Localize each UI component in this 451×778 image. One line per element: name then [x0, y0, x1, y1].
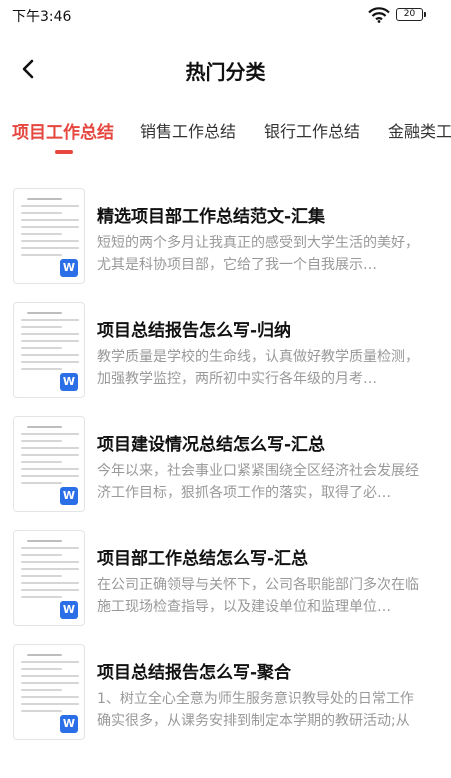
- word-doc-icon: W: [60, 715, 78, 733]
- wifi-icon: [368, 7, 390, 23]
- category-tabs: 项目工作总结 销售工作总结 银行工作总结 金融类工: [0, 118, 451, 164]
- status-time: 下午3:46: [12, 9, 72, 25]
- tab-sales-summary[interactable]: 销售工作总结: [140, 118, 236, 142]
- document-thumbnail: W: [13, 644, 85, 740]
- item-title: 项目总结报告怎么写-归纳: [97, 321, 292, 341]
- item-description: 教学质量是学校的生命线，认真做好教学质量检测，加强教学监控，两所初中实行各年级的…: [97, 349, 419, 387]
- list-item[interactable]: W 项目建设情况总结怎么写-汇总 今年以来，社会事业口紧紧围绕全区经济社会发展经…: [0, 416, 451, 521]
- tab-finance-summary[interactable]: 金融类工: [388, 118, 451, 142]
- word-doc-icon: W: [60, 487, 78, 505]
- item-title: 精选项目部工作总结范文-汇集: [97, 207, 326, 227]
- battery-icon: 20: [396, 8, 426, 21]
- list-item[interactable]: W 项目总结报告怎么写-归纳 教学质量是学校的生命线，认真做好教学质量检测，加强…: [0, 302, 451, 407]
- list-item[interactable]: W 项目部工作总结怎么写-汇总 在公司正确领导与关怀下，公司各职能部门多次在临施…: [0, 530, 451, 635]
- tab-project-summary[interactable]: 项目工作总结: [12, 118, 114, 143]
- list-item[interactable]: W 项目总结报告怎么写-聚合 1、树立全心全意为师生服务意识教导处的日常工作确实…: [0, 644, 451, 749]
- document-thumbnail: W: [13, 188, 85, 284]
- word-doc-icon: W: [60, 601, 78, 619]
- tab-bank-summary[interactable]: 银行工作总结: [264, 118, 360, 142]
- item-description: 今年以来，社会事业口紧紧围绕全区经济社会发展经济工作目标，狠抓各项工作的落实，取…: [97, 463, 419, 501]
- page-title: 热门分类: [185, 60, 266, 84]
- document-thumbnail: W: [13, 530, 85, 626]
- document-thumbnail: W: [13, 416, 85, 512]
- document-thumbnail: W: [13, 302, 85, 398]
- item-title: 项目总结报告怎么写-聚合: [97, 663, 292, 683]
- item-description: 1、树立全心全意为师生服务意识教导处的日常工作确实很多，从课务安排到制定本学期的…: [97, 691, 414, 729]
- item-title: 项目部工作总结怎么写-汇总: [97, 549, 309, 569]
- item-description: 在公司正确领导与关怀下，公司各职能部门多次在临施工现场检查指导，以及建设单位和监…: [97, 577, 419, 615]
- header: 热门分类: [0, 44, 451, 94]
- active-tab-indicator: [55, 150, 73, 154]
- list-item[interactable]: W 精选项目部工作总结范文-汇集 短短的两个多月让我真正的感受到大学生活的美好，…: [0, 188, 451, 293]
- item-title: 项目建设情况总结怎么写-汇总: [97, 435, 326, 455]
- word-doc-icon: W: [60, 259, 78, 277]
- word-doc-icon: W: [60, 373, 78, 391]
- status-bar: 下午3:46 20: [0, 0, 451, 30]
- item-description: 短短的两个多月让我真正的感受到大学生活的美好，尤其是科协项目部，它给了我一个自我…: [97, 235, 419, 273]
